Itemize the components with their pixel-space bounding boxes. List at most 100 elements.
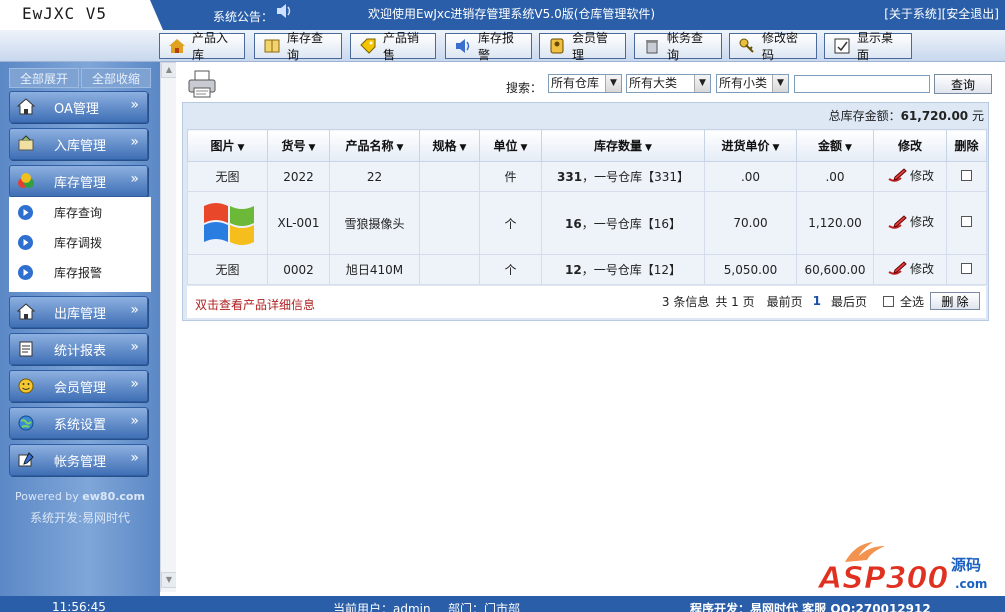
cell-amount: .00	[796, 161, 874, 192]
expand-all-button[interactable]: 全部展开	[9, 68, 79, 88]
scroll-down-arrow-icon[interactable]: ▼	[161, 572, 177, 588]
dropdown-arrow-icon: ▼	[694, 75, 710, 92]
sort-arrow-icon: ▼	[459, 143, 467, 153]
sidebar-menu-members[interactable]: 会员管理 »	[9, 370, 148, 402]
category-select[interactable]: 所有大类 ▼	[626, 74, 711, 93]
clock: 11:56:45	[52, 600, 106, 612]
edit-icon	[888, 261, 907, 275]
edit-link[interactable]: 修改	[886, 167, 934, 184]
cell-name: 22	[329, 161, 420, 192]
speaker-icon[interactable]	[275, 3, 293, 19]
col-edit-header: 修改	[873, 129, 947, 162]
sidebar-menu-oa[interactable]: OA管理 »	[9, 91, 148, 123]
collapse-all-button[interactable]: 全部收缩	[81, 68, 151, 88]
table-footer: 双击查看产品详细信息 3 条信息 共 1 页 最前页 1 最后页 全选 删 除	[187, 286, 986, 318]
report-icon	[19, 341, 33, 357]
first-page-link[interactable]: 最前页	[767, 293, 803, 310]
nav-button-sales[interactable]: 产品销售	[350, 31, 436, 62]
cell-price: 5,050.00	[704, 254, 797, 285]
nav-button-stock-alarm[interactable]: 库存报警	[445, 31, 532, 62]
col-price-header[interactable]: 进货单价 ▼	[704, 129, 797, 162]
svg-text:源码: 源码	[951, 556, 981, 574]
search-button[interactable]: 查询	[934, 74, 992, 94]
table-header-row: 图片 ▼ 货号 ▼ 产品名称 ▼ 规格 ▼ 单位 ▼ 库存数量 ▼ 进货单价 ▼ 金额 ▼ 修改…	[187, 129, 987, 162]
play-circle-icon	[18, 264, 33, 280]
stock-panel: 总库存金额：61,720.00 元 图片 ▼ 货号 ▼ 产品名称 ▼ 规格 ▼ 单位 ▼ …	[182, 102, 989, 321]
vertical-scrollbar[interactable]: ▲ ▼	[160, 62, 177, 592]
main-content: 搜索： 所有仓库 ▼ 所有大类 ▼ 所有小类 ▼ 查询 总库存金额：61,720.00…	[176, 62, 1005, 596]
cell-name: 雪狼摄像头	[329, 191, 420, 255]
col-stock-header[interactable]: 库存数量 ▼	[541, 129, 705, 162]
nav-button-stock-query[interactable]: 库存查询	[254, 31, 342, 62]
accounts-icon	[18, 452, 34, 467]
col-image-header[interactable]: 图片 ▼	[187, 129, 268, 162]
chevron-right-icon: »	[130, 171, 139, 187]
powered-site-link[interactable]: ew80.com	[82, 490, 145, 503]
sidebar-menu-accounts[interactable]: 帐务管理 »	[9, 444, 148, 476]
table-row[interactable]: 无图 2022 22 件 331，一号仓库【331】 .00 .00 修改	[187, 161, 987, 192]
select-all-checkbox[interactable]	[882, 295, 894, 307]
cell-unit: 个	[479, 254, 542, 285]
nav-button-stock-in[interactable]: 产品入库	[159, 31, 245, 62]
sidebar-menu-reports[interactable]: 统计报表 »	[9, 333, 148, 365]
cell-unit: 个	[479, 191, 542, 255]
submenu-item-stock-alarm[interactable]: 库存报警	[9, 257, 151, 287]
product-image-windows-logo	[203, 202, 254, 245]
cell-image	[187, 191, 268, 255]
status-bar: 11:56:45 当前用户：admin 部门：门市部 程序开发：易网时代 客服 …	[0, 596, 1005, 612]
row-checkbox[interactable]	[961, 169, 972, 181]
printer-icon[interactable]	[186, 68, 218, 100]
subcategory-select[interactable]: 所有小类 ▼	[716, 74, 789, 93]
house-icon	[16, 98, 36, 115]
cell-unit: 件	[479, 161, 542, 192]
play-circle-icon	[18, 234, 33, 250]
submenu-item-stock-query[interactable]: 库存查询	[9, 197, 151, 227]
submenu-item-stock-transfer[interactable]: 库存调拨	[9, 227, 151, 257]
house-icon	[16, 303, 36, 320]
sidebar-menu-settings[interactable]: 系统设置 »	[9, 407, 148, 439]
col-code-header[interactable]: 货号 ▼	[267, 129, 330, 162]
col-spec-header[interactable]: 规格 ▼	[419, 129, 480, 162]
col-amount-header[interactable]: 金额 ▼	[796, 129, 874, 162]
chevron-right-icon: »	[130, 134, 139, 150]
scroll-up-arrow-icon[interactable]: ▲	[161, 62, 177, 78]
sidebar-menu-stock[interactable]: 库存管理 »	[9, 165, 148, 197]
nav-button-change-password[interactable]: 修改密码	[729, 31, 817, 62]
current-page: 1	[812, 294, 821, 308]
last-page-link[interactable]: 最后页	[831, 293, 867, 310]
sidebar-menu-stock-in[interactable]: 入库管理 »	[9, 128, 148, 160]
speaker-icon	[456, 39, 470, 53]
table-row[interactable]: XL-001 雪狼摄像头 个 16，一号仓库【16】 70.00 1,120.0…	[187, 191, 987, 255]
nav-button-show-desktop[interactable]: 显示桌面	[824, 31, 912, 62]
sidebar: 全部展开 全部收缩 OA管理 » 入库管理 » 库存管理 » 库存查询 库存调拨…	[0, 62, 160, 596]
sidebar-menu-stock-out[interactable]: 出库管理 »	[9, 296, 148, 328]
col-name-header[interactable]: 产品名称 ▼	[329, 129, 420, 162]
edit-link[interactable]: 修改	[886, 260, 934, 277]
search-input[interactable]	[794, 75, 930, 93]
table-row[interactable]: 无图 0002 旭日410M 个 12，一号仓库【12】 5,050.00 60…	[187, 254, 987, 285]
nav-button-members[interactable]: 会员管理	[539, 31, 626, 62]
sort-arrow-icon: ▼	[645, 143, 652, 153]
cell-delete	[946, 161, 987, 192]
chevron-right-icon: »	[130, 339, 139, 355]
warehouse-select[interactable]: 所有仓库 ▼	[548, 74, 622, 93]
nav-button-accounts-query[interactable]: 帐务查询	[634, 31, 722, 62]
notice-label: 系统公告：	[213, 10, 274, 24]
row-checkbox[interactable]	[961, 216, 972, 227]
row-checkbox[interactable]	[961, 262, 972, 274]
edit-link[interactable]: 修改	[886, 213, 934, 230]
delete-button[interactable]: 删 除	[930, 292, 980, 310]
logout-link[interactable]: [安全退出]	[942, 7, 999, 21]
sort-arrow-icon: ▼	[772, 143, 780, 153]
developer-info: 系统开发:易网时代	[29, 511, 131, 525]
edit-icon	[888, 168, 907, 182]
col-unit-header[interactable]: 单位 ▼	[479, 129, 542, 162]
about-link[interactable]: [关于系统]	[884, 7, 941, 21]
cell-code: 0002	[267, 254, 330, 285]
chevron-right-icon: »	[130, 97, 139, 113]
cell-image: 无图	[187, 161, 268, 192]
pager: 3 条信息 共 1 页 最前页 1 最后页 全选 删 除	[662, 292, 980, 310]
sort-arrow-icon: ▼	[845, 143, 852, 153]
cell-spec	[419, 161, 480, 192]
tag-icon	[360, 38, 376, 54]
